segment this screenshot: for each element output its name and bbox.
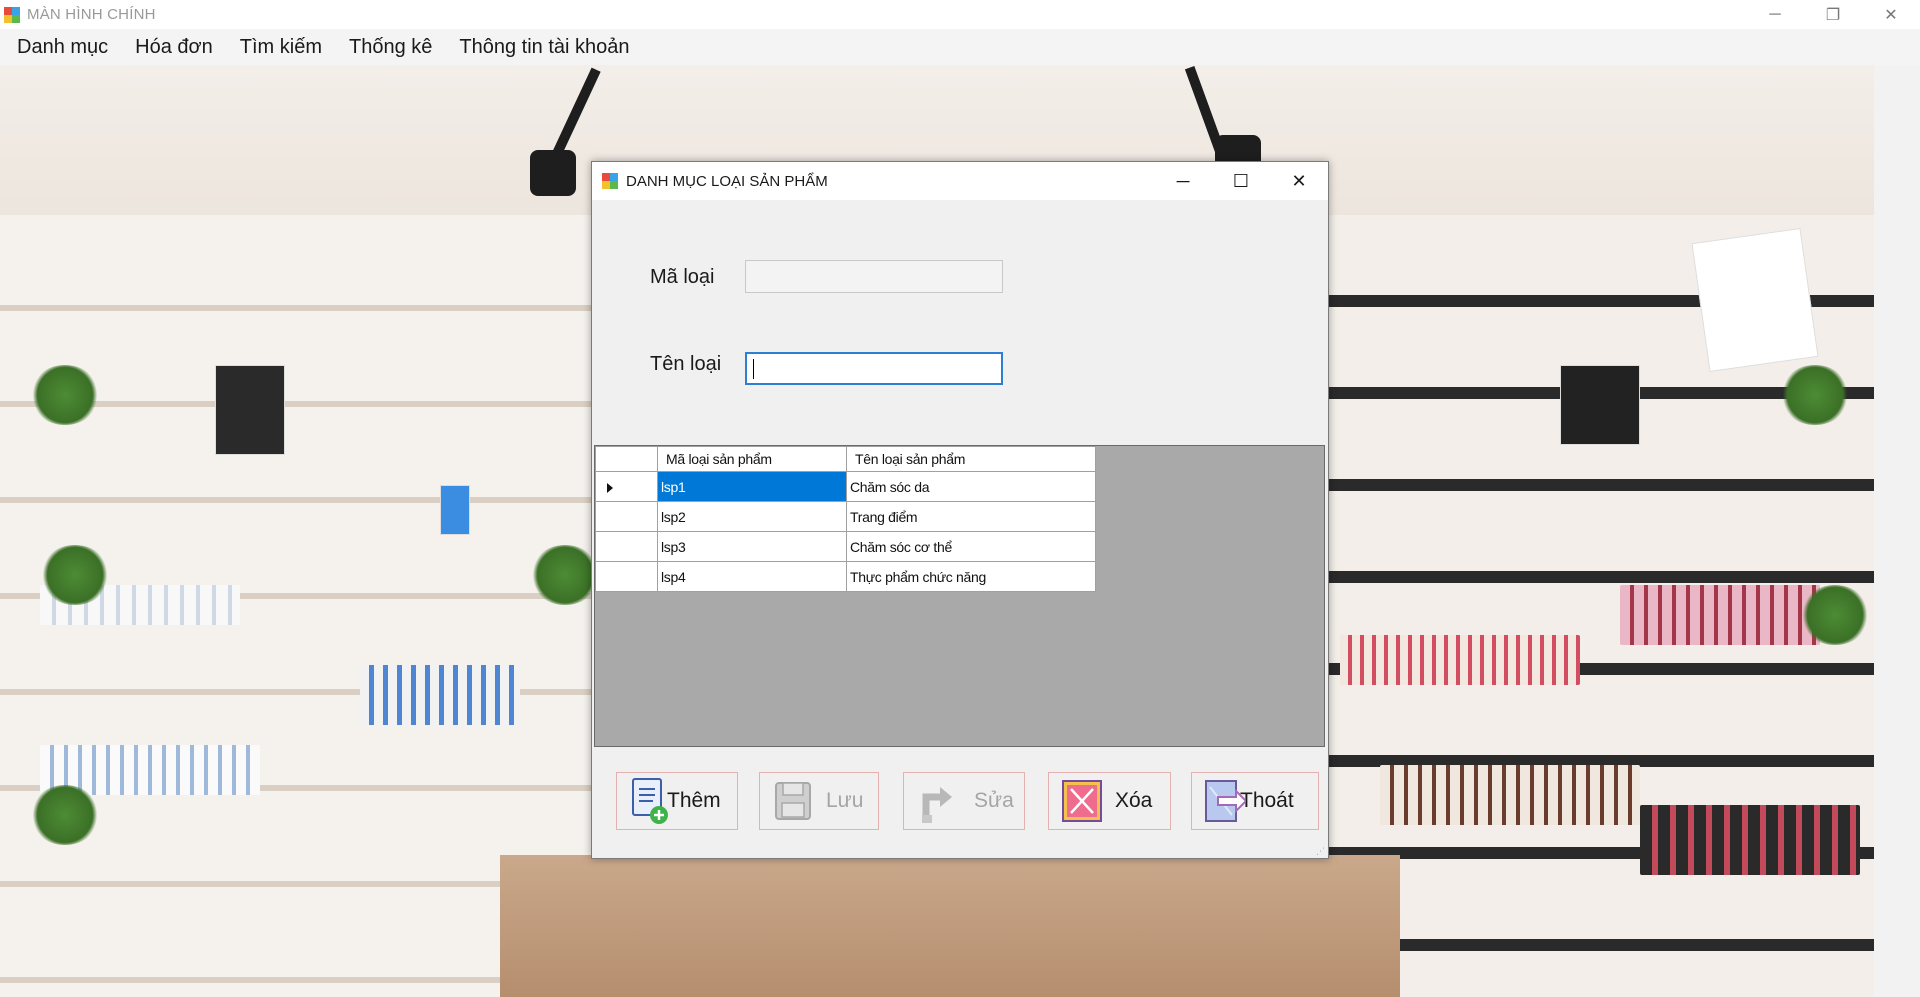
ceiling-lamp-icon [530,150,576,196]
exit-arrow-icon [1204,777,1248,825]
row-header[interactable] [595,471,658,502]
resize-grip-icon[interactable]: ⋰ [1316,846,1326,856]
dialog-close-button[interactable]: ✕ [1270,162,1328,200]
ten-loai-field[interactable] [745,352,1003,385]
dialog-title: DANH MỤC LOẠI SẢN PHẨM [626,172,828,190]
luu-label: Lưu [826,789,864,812]
cell-ma-loai[interactable]: lsp2 [657,501,847,532]
text-caret [753,359,754,379]
row-pointer-icon [607,482,613,493]
row-header[interactable] [595,561,658,592]
loai-san-pham-grid[interactable]: Mã loại sản phẩm Tên loại sản phẩm lsp1 … [594,445,1325,747]
them-button[interactable]: Thêm [616,772,738,830]
sua-button[interactable]: Sửa [903,772,1025,830]
delete-x-icon [1061,777,1103,825]
cell-ma-loai[interactable]: lsp1 [657,471,847,502]
danh-muc-loai-san-pham-dialog: DANH MỤC LOẠI SẢN PHẨM ─ ☐ ✕ Mã loại Tên… [591,161,1329,859]
column-header-ten-loai[interactable]: Tên loại sản phẩm [846,446,1096,472]
menu-thong-ke[interactable]: Thống kê [340,36,441,59]
menu-danh-muc[interactable]: Danh mục [8,36,117,59]
ma-loai-field[interactable] [745,260,1003,293]
menu-thong-tin-tai-khoan[interactable]: Thông tin tài khoản [450,36,638,59]
thoat-button[interactable]: Thoát [1191,772,1319,830]
xoa-label: Xóa [1115,789,1153,812]
table-row[interactable]: lsp1 Chăm sóc da [595,471,1096,502]
table-row[interactable]: lsp2 Trang điểm [595,501,1096,532]
column-header-ma-loai[interactable]: Mã loại sản phẩm [657,446,847,472]
dialog-minimize-button[interactable]: ─ [1154,162,1212,200]
cell-ma-loai[interactable]: lsp4 [657,561,847,592]
main-window-title: MÀN HÌNH CHÍNH [27,6,156,23]
cell-ten-loai[interactable]: Trang điểm [846,501,1096,532]
save-disk-icon [772,777,814,825]
edit-arrows-icon [916,777,958,825]
xoa-button[interactable]: Xóa [1048,772,1171,830]
thoat-label: Thoát [1240,789,1294,812]
row-header[interactable] [595,501,658,532]
row-header[interactable] [595,531,658,562]
dialog-titlebar: DANH MỤC LOẠI SẢN PHẨM ─ ☐ ✕ [592,162,1328,200]
table-row[interactable]: lsp3 Chăm sóc cơ thể [595,531,1096,562]
ma-loai-label: Mã loại [650,266,715,288]
app-icon [4,6,20,23]
dialog-maximize-button[interactable]: ☐ [1212,162,1270,200]
cell-ten-loai[interactable]: Chăm sóc cơ thể [846,531,1096,562]
sua-label: Sửa [974,789,1014,812]
app-icon [602,173,618,189]
row-header-corner[interactable] [595,446,658,472]
main-titlebar: MÀN HÌNH CHÍNH ─ ❐ ✕ [0,0,1920,29]
ten-loai-label: Tên loại [650,353,722,375]
luu-button[interactable]: Lưu [759,772,879,830]
menu-hoa-don[interactable]: Hóa đơn [126,36,222,59]
restore-button[interactable]: ❐ [1804,0,1862,29]
close-button[interactable]: ✕ [1862,0,1920,29]
cell-ten-loai[interactable]: Chăm sóc da [846,471,1096,502]
menu-bar: Danh mục Hóa đơn Tìm kiếm Thống kê Thông… [0,29,1920,65]
grid-header-row: Mã loại sản phẩm Tên loại sản phẩm [595,446,1096,472]
add-document-icon [629,777,671,825]
cell-ma-loai[interactable]: lsp3 [657,531,847,562]
menu-tim-kiem[interactable]: Tìm kiếm [231,36,331,59]
cell-ten-loai[interactable]: Thực phẩm chức năng [846,561,1096,592]
them-label: Thêm [667,789,721,812]
table-row[interactable]: lsp4 Thực phẩm chức năng [595,561,1096,592]
minimize-button[interactable]: ─ [1746,0,1804,29]
